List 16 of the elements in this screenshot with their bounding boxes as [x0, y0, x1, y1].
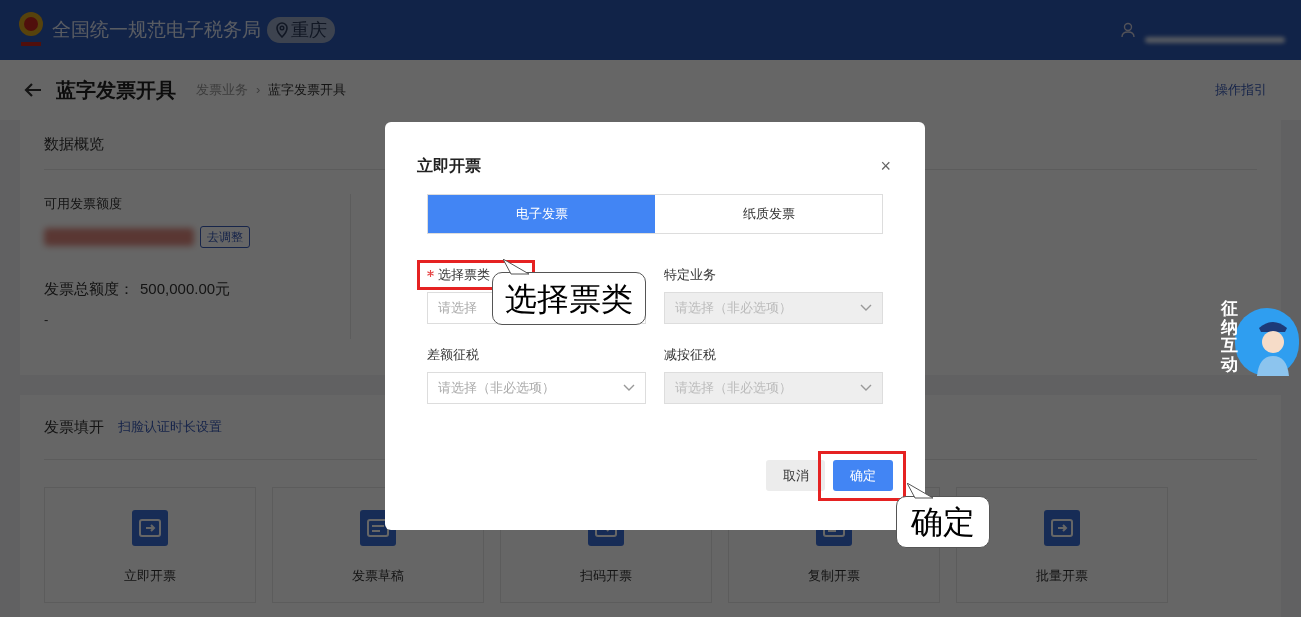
field-label: 特定业务 [664, 266, 716, 285]
field-label: 差额征税 [427, 346, 479, 365]
stat-label: 可用发票额度 [44, 195, 123, 213]
field-label: 选择票类 [438, 266, 490, 285]
field-label: 减按征税 [664, 346, 716, 365]
breadcrumb-item: 蓝字发票开具 [268, 81, 347, 100]
page-title: 蓝字发票开具 [56, 78, 176, 103]
stat-note: - [44, 311, 49, 329]
dialog-title: 立即开票 [417, 156, 481, 176]
total-value: 500,000.00元 [140, 278, 231, 299]
total-label: 发票总额度： [44, 278, 134, 299]
breadcrumb-separator: › [256, 81, 261, 100]
card-title: 数据概览 [44, 134, 104, 155]
site-title: 全国统一规范电子税务局 [52, 17, 261, 42]
card-title: 发票填开 [44, 416, 104, 437]
callout-text: 选择票类 [505, 279, 633, 319]
